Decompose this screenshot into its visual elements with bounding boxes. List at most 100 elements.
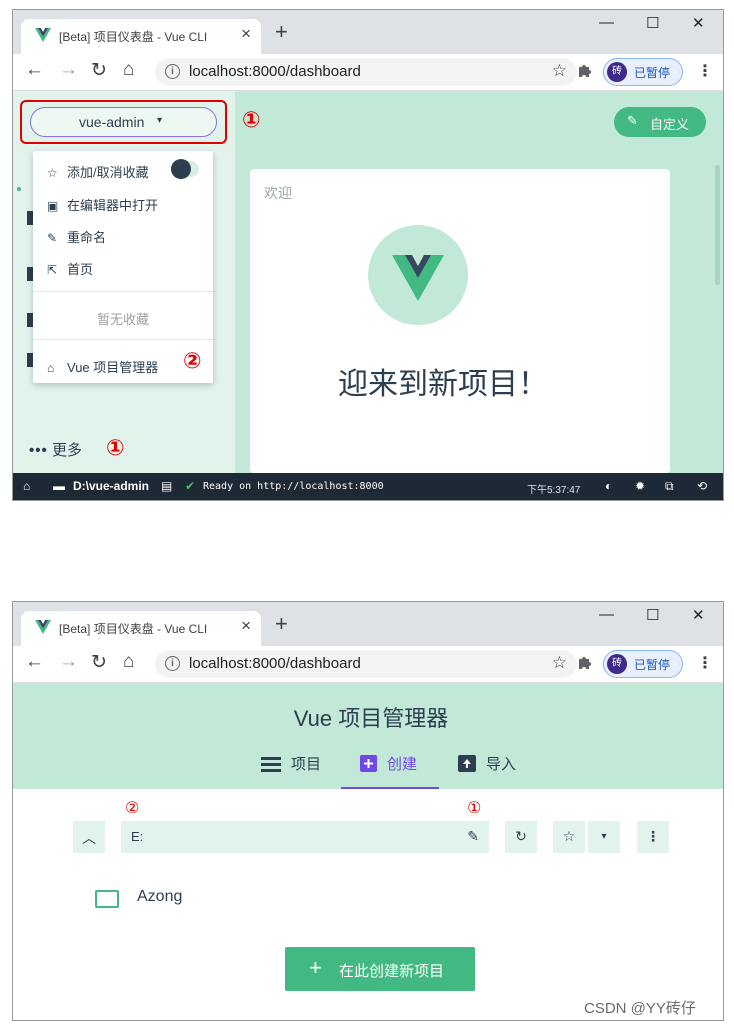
forward-button[interactable]: → — [59, 59, 78, 81]
forward-button[interactable]: → — [59, 651, 78, 673]
tab-close-icon[interactable]: × — [241, 24, 251, 44]
browser-toolbar: ← → ↻ ⌂ i localhost:8000/dashboard ☆ 砖 已… — [13, 646, 723, 683]
star-icon: ☆ — [47, 166, 58, 180]
sidebar-more[interactable]: ••• 更多 — [29, 439, 82, 460]
minimize-button[interactable]: — — [599, 606, 614, 623]
minimize-button[interactable]: — — [599, 14, 614, 31]
menu-item-project-manager[interactable]: ⌂ Vue 项目管理器 — [47, 357, 158, 376]
home-button[interactable]: ⌂ — [123, 651, 134, 673]
clock: 下午5:37:47 — [527, 485, 581, 496]
more-vert-icon: ⋮ — [646, 828, 660, 844]
log-message[interactable]: Ready on http://localhost:8000 — [203, 481, 384, 492]
browser-tab[interactable]: [Beta] 项目仪表盘 - Vue CLI × — [21, 611, 261, 646]
menu-item-label: 重命名 — [67, 230, 107, 245]
more-icon: ••• — [29, 442, 48, 459]
pencil-icon: ✎ — [47, 231, 58, 245]
menu-item-rename[interactable]: ✎ 重命名 — [47, 227, 106, 246]
create-project-button[interactable]: + 在此创建新项目 — [285, 947, 475, 991]
puzzle-icon[interactable] — [577, 654, 593, 670]
browser-menu-icon[interactable]: ⋮ — [697, 61, 713, 81]
site-info-icon[interactable]: i — [165, 64, 180, 79]
vue-logo — [368, 225, 468, 325]
annotation-marker-1: ① — [106, 436, 125, 461]
menu-item-label: 添加/取消收藏 — [67, 165, 149, 180]
current-folder[interactable]: D:\vue-admin — [73, 479, 149, 493]
folder-up-button[interactable]: ︿ — [73, 821, 105, 853]
browser-tab[interactable]: [Beta] 项目仪表盘 - Vue CLI × — [21, 19, 261, 54]
dark-mode-icon[interactable]: ◐ — [605, 479, 612, 493]
tab-label: 项目 — [291, 756, 322, 773]
new-tab-button[interactable]: + — [275, 21, 288, 43]
menu-item-open-in-editor[interactable]: ▣ 在编辑器中打开 — [47, 195, 158, 214]
puzzle-icon[interactable] — [577, 62, 593, 78]
home-button[interactable]: ⌂ — [123, 59, 134, 81]
url-text[interactable]: localhost:8000/dashboard — [189, 63, 361, 80]
reload-button[interactable]: ↻ — [91, 651, 107, 674]
menu-item-toggle-favorite[interactable]: ☆ 添加/取消收藏 — [47, 162, 149, 181]
favorite-button[interactable]: ☆ — [553, 821, 585, 853]
tab-strip: [Beta] 项目仪表盘 - Vue CLI × + — ☐ ✕ — [13, 10, 723, 54]
tab-projects[interactable]: 项目 — [261, 753, 321, 774]
favorites-dropdown-button[interactable]: ▾ — [588, 821, 620, 853]
back-button[interactable]: ← — [25, 59, 44, 81]
plus-icon: + — [309, 955, 322, 980]
path-field[interactable]: E: ✎ — [121, 821, 489, 853]
profile-button[interactable]: 砖 已暂停 — [603, 58, 683, 86]
watermark: CSDN @YY砖仔 — [584, 1000, 696, 1017]
welcome-message: 迎来到新项目！ — [338, 368, 548, 401]
home-icon[interactable]: ⌂ — [23, 479, 30, 493]
refresh-icon[interactable]: ⟲ — [697, 479, 707, 493]
customize-button[interactable]: ✎ 自定义 — [614, 107, 706, 137]
close-window-button[interactable]: ✕ — [692, 606, 705, 624]
favorite-toggle[interactable] — [171, 159, 199, 179]
close-window-button[interactable]: ✕ — [692, 14, 705, 32]
annotation-marker-2: ② — [125, 798, 140, 817]
browser-menu-icon[interactable]: ⋮ — [697, 653, 713, 673]
open-in-editor-icon: ▣ — [47, 199, 59, 213]
pencil-icon[interactable]: ✎ — [467, 828, 479, 845]
vue-logo-icon — [392, 255, 444, 301]
welcome-widget: 欢迎 迎来到新项目！ — [250, 169, 670, 473]
profile-button[interactable]: 砖 已暂停 — [603, 650, 683, 678]
browser-window-project-manager: [Beta] 项目仪表盘 - Vue CLI × + — ☐ ✕ ← → ↻ ⌂… — [12, 601, 724, 1021]
folder-icon — [95, 890, 119, 908]
bug-icon[interactable]: ✹ — [635, 479, 645, 493]
dashboard-content: vue-admin ▾ ☆ 添加/取消收藏 ▣ 在编辑器中打开 ✎ 重命名 ⇱ 首页 — [13, 91, 723, 473]
project-dropdown-menu: ☆ 添加/取消收藏 ▣ 在编辑器中打开 ✎ 重命名 ⇱ 首页 暂无收藏 ⌂ Vue 项目管… — [33, 151, 213, 383]
browser-window-dashboard: [Beta] 项目仪表盘 - Vue CLI × + — ☐ ✕ ← → ↻ ⌂… — [12, 9, 724, 501]
tab-close-icon[interactable]: × — [241, 616, 251, 636]
menu-item-homepage[interactable]: ⇱ 首页 — [47, 259, 93, 278]
profile-status: 已暂停 — [634, 66, 671, 80]
vue-logo-icon — [35, 620, 51, 634]
folder-name: Azong — [137, 888, 183, 905]
translate-icon[interactable]: ⧉ — [665, 479, 674, 494]
status-bar: ⌂ ▬ D:\vue-admin ▤ ✔ Ready on http://loc… — [13, 473, 723, 500]
tab-create[interactable]: 创建 — [360, 753, 417, 774]
bookmark-star-icon[interactable]: ☆ — [552, 653, 567, 673]
site-info-icon[interactable]: i — [165, 656, 180, 671]
tab-import[interactable]: 导入 — [458, 753, 516, 774]
new-tab-button[interactable]: + — [275, 613, 288, 635]
address-bar[interactable]: i localhost:8000/dashboard ☆ — [155, 58, 577, 86]
import-icon — [458, 755, 476, 772]
refresh-button[interactable]: ↻ — [505, 821, 537, 853]
reload-button[interactable]: ↻ — [91, 59, 107, 82]
bookmark-star-icon[interactable]: ☆ — [552, 61, 567, 81]
maximize-button[interactable]: ☐ — [646, 606, 659, 624]
more-label: 更多 — [51, 442, 82, 459]
pencil-icon: ✎ — [627, 113, 638, 128]
chevron-up-icon: ︿ — [82, 830, 96, 846]
url-text[interactable]: localhost:8000/dashboard — [189, 655, 361, 672]
back-button[interactable]: ← — [25, 651, 44, 673]
maximize-button[interactable]: ☐ — [646, 14, 659, 32]
log-icon[interactable]: ▤ — [161, 479, 172, 493]
active-tab-underline — [341, 787, 439, 789]
scrollbar[interactable] — [715, 165, 720, 285]
annotation-marker-1: ① — [467, 798, 482, 817]
page-title: Vue 项目管理器 — [293, 706, 449, 731]
address-bar[interactable]: i localhost:8000/dashboard ☆ — [155, 650, 577, 678]
menu-item-label: 在编辑器中打开 — [67, 198, 159, 213]
menu-divider — [33, 291, 213, 292]
more-options-button[interactable]: ⋮ — [637, 821, 669, 853]
list-icon — [261, 757, 281, 772]
